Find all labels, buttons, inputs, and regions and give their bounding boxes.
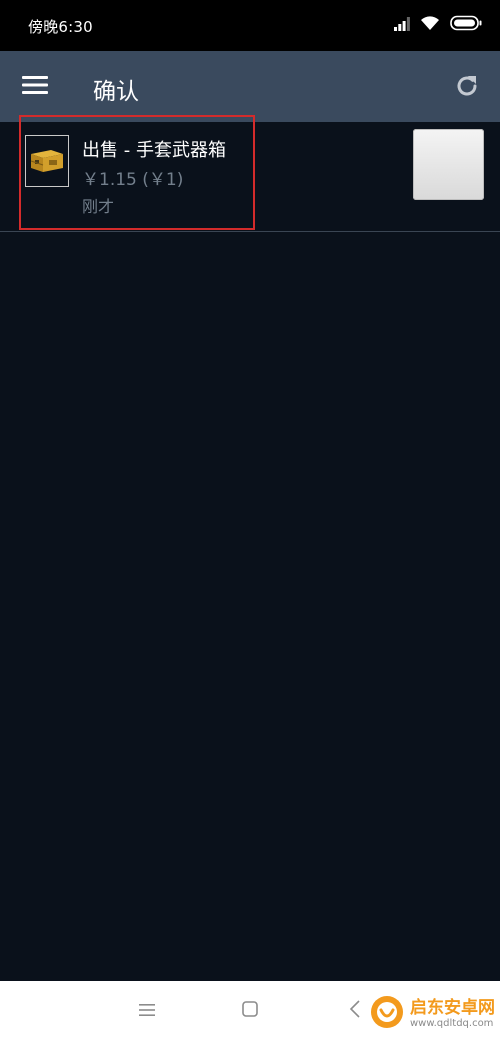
hamburger-menu-icon	[22, 75, 48, 99]
list-divider	[0, 231, 500, 232]
menu-button[interactable]	[18, 71, 52, 103]
home-nav-icon	[242, 1001, 258, 1021]
home-button[interactable]	[236, 999, 264, 1023]
watermark-logo-icon	[370, 995, 404, 1033]
recent-apps-button[interactable]	[133, 999, 161, 1023]
highlight-annotation	[19, 115, 255, 230]
watermark-url: www.qdltdq.com	[410, 1017, 494, 1029]
status-bar: 傍晚6:30	[0, 0, 500, 51]
watermark-name: 启东安卓网	[410, 998, 495, 1019]
back-button[interactable]	[341, 999, 369, 1023]
watermark: 启东安卓网 www.qdltdq.com	[370, 994, 495, 1034]
status-time: 傍晚6:30	[28, 18, 93, 36]
signal-icon	[394, 16, 410, 35]
status-icons	[394, 14, 482, 36]
menu-nav-icon	[139, 1002, 155, 1021]
refresh-icon	[454, 73, 480, 103]
battery-icon	[450, 15, 482, 35]
back-nav-icon	[349, 1000, 361, 1022]
watermark-text: 启东安卓网 www.qdltdq.com	[410, 999, 495, 1029]
refresh-button[interactable]	[450, 71, 484, 105]
page-title: 确认	[93, 79, 139, 105]
app-header: 确认	[0, 51, 500, 122]
wifi-icon	[420, 15, 440, 35]
item-select-checkbox[interactable]	[413, 129, 484, 200]
